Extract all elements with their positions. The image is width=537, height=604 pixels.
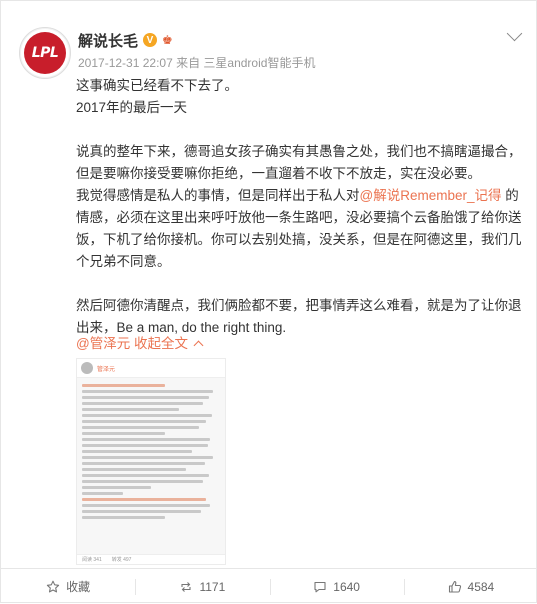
chevron-up-icon[interactable] (193, 340, 204, 351)
mention-link[interactable]: @解说Remember_记得 (360, 188, 502, 203)
action-bar: 收藏 1171 1640 4584 (1, 568, 537, 604)
thumbnail-avatar (81, 362, 93, 374)
comment-icon (313, 580, 327, 594)
post-paragraph: 说真的整年下来，德哥追女孩子确实有其愚鲁之处，我们也不搞瞎逼撮合，但是要嘛你接受… (76, 144, 522, 181)
author-row: 解说长毛 V ♚ (78, 30, 173, 50)
post-content: 这事确实已经看不下去了。 2017年的最后一天 说真的整年下来，德哥追女孩子确实… (76, 75, 526, 339)
thumbnail-text (77, 378, 225, 525)
weibo-post-card: LPL 解说长毛 V ♚ 2017-12-31 22:07 来自 三星andro… (0, 0, 537, 603)
post-text: 我觉得感情是私人的事情，但是同样出于私人对 (76, 188, 360, 203)
image-thumbnail[interactable]: 管泽元 阅读 341 转发 497 (76, 358, 226, 565)
thumbnail-repost-count: 转发 497 (111, 557, 132, 563)
chevron-down-icon[interactable] (506, 25, 523, 42)
thumbnail-name: 管泽元 (97, 366, 116, 373)
thumbnail-read-count: 阅读 341 (82, 557, 102, 563)
post-paragraph: 这事确实已经看不下去了。 (76, 78, 238, 93)
post-paragraph: 2017年的最后一天 (76, 100, 188, 115)
lpl-logo: LPL (24, 32, 66, 74)
post-meta: 2017-12-31 22:07 来自 三星android智能手机 (78, 56, 316, 70)
avatar[interactable]: LPL (19, 27, 71, 79)
collapse-link[interactable]: 收起全文 (134, 336, 188, 351)
link-row: @管泽元 收起全文 (76, 332, 204, 352)
repost-icon (179, 580, 193, 594)
comment-count: 1640 (333, 579, 360, 594)
post-paragraph: 我觉得感情是私人的事情，但是同样出于私人对@解说Remember_记得 的情感，… (76, 185, 526, 273)
favorite-button[interactable]: 收藏 (1, 569, 135, 604)
star-icon (46, 580, 60, 594)
thumbnail-header: 管泽元 (77, 359, 225, 378)
author-name[interactable]: 解说长毛 (78, 30, 138, 51)
like-button[interactable]: 4584 (403, 569, 537, 604)
favorite-label: 收藏 (66, 580, 91, 594)
like-count: 4584 (467, 579, 495, 594)
repost-button[interactable]: 1171 (135, 569, 269, 604)
crown-icon: ♚ (162, 33, 173, 47)
thumbnail-footer: 阅读 341 转发 497 (77, 554, 225, 564)
mention-link[interactable]: @管泽元 (76, 336, 130, 351)
comment-button[interactable]: 1640 (269, 569, 404, 604)
repost-count: 1171 (199, 579, 226, 594)
verified-icon: V (143, 33, 158, 47)
thumbs-up-icon (448, 580, 462, 594)
